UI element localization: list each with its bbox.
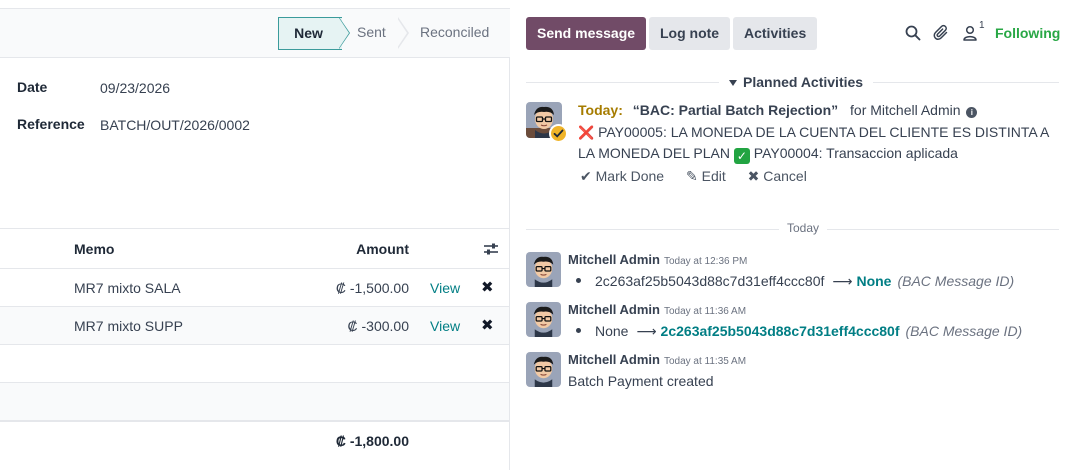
activity-assignee: for Mitchell Admin — [850, 102, 961, 118]
stage-arrow-fill — [339, 18, 349, 48]
table-row[interactable]: MR7 mixto SALA ₡ -1,500.00 View ✖ — [0, 269, 509, 307]
memo-cell: MR7 mixto SALA — [74, 280, 181, 296]
form-pane: New Sent Reconciled Date 09/23/2026 Refe… — [0, 0, 510, 470]
avatar[interactable] — [526, 352, 561, 387]
paperclip-icon[interactable] — [933, 24, 951, 42]
author-name: Mitchell Admin — [568, 352, 660, 367]
log-note-button[interactable]: Log note — [649, 17, 731, 50]
message-time: Today at 12:36 PM — [663, 256, 748, 267]
old-value: 2c263af25b5043d88c7d31eff4ccc80f — [595, 273, 825, 289]
top-divider — [0, 0, 510, 9]
close-icon: ✖ — [747, 168, 760, 184]
date-separator-label: Today — [779, 221, 828, 235]
view-button[interactable]: View — [430, 280, 460, 296]
cross-mark-icon: ❌ — [578, 125, 595, 140]
activity-header: Today: “BAC: Partial Batch Rejection” fo… — [578, 102, 978, 118]
new-value: 2c263af25b5043d88c7d31eff4ccc80f — [660, 323, 900, 339]
planned-activities-toggle[interactable]: Planned Activities — [719, 74, 874, 90]
check-icon — [553, 129, 564, 138]
author-name: Mitchell Admin — [568, 252, 660, 267]
amount-total: ₡ -1,800.00 — [335, 433, 409, 449]
chatter-pane: Send message Log note Activities 1 Follo… — [511, 0, 1075, 470]
amount-cell: ₡ -300.00 — [347, 318, 409, 334]
field-name: (BAC Message ID) — [897, 273, 1015, 289]
activity-actions: ✔ Mark Done ✎ Edit ✖ Cancel — [580, 168, 825, 185]
message-body: Batch Payment created — [568, 373, 714, 389]
message-author[interactable]: Mitchell Admin Today at 11:35 AM — [568, 352, 746, 367]
chatter-message: Mitchell Admin Today at 12:36 PM 2c263af2… — [526, 252, 1066, 296]
caret-down-icon — [729, 80, 737, 86]
bullet-icon — [576, 328, 581, 333]
activity-note: ❌ PAY00005: LA MONEDA DE LA CUENTA DEL C… — [578, 122, 1053, 164]
delete-icon[interactable]: ✖ — [481, 316, 494, 334]
reference-label: Reference — [17, 116, 85, 132]
memo-column-header[interactable]: Memo — [74, 241, 114, 257]
stage-new[interactable]: New — [278, 17, 342, 50]
tracking-value: None ⟶ 2c263af25b5043d88c7d31eff4ccc80f (BA… — [576, 323, 1022, 340]
field-name: (BAC Message ID) — [905, 323, 1023, 339]
old-value: None — [595, 323, 629, 339]
table-row[interactable]: MR7 mixto SUPP ₡ -300.00 View ✖ — [0, 307, 509, 345]
followers-icon[interactable] — [961, 24, 979, 42]
table-total-row: ₡ -1,800.00 — [0, 421, 509, 461]
activity-due: Today: — [578, 102, 623, 118]
pencil-icon: ✎ — [685, 168, 698, 184]
info-icon[interactable]: i — [966, 107, 978, 118]
message-author[interactable]: Mitchell Admin Today at 11:36 AM — [568, 302, 746, 317]
mark-done-label: Mark Done — [595, 168, 665, 184]
view-button[interactable]: View — [430, 318, 460, 334]
follower-count: 1 — [979, 20, 985, 31]
message-time: Today at 11:35 AM — [663, 356, 747, 367]
mark-done-button[interactable]: ✔ Mark Done — [580, 168, 664, 184]
activity-status-badge — [549, 124, 568, 143]
date-field[interactable]: 09/23/2026 — [100, 80, 170, 96]
new-value: None — [856, 273, 892, 289]
following-button[interactable]: Following — [995, 25, 1060, 41]
cancel-label: Cancel — [763, 168, 807, 184]
message-author[interactable]: Mitchell Admin Today at 12:36 PM — [568, 252, 747, 267]
memo-cell: MR7 mixto SUPP — [74, 318, 183, 334]
optional-columns-icon[interactable] — [483, 242, 499, 256]
send-message-button[interactable]: Send message — [526, 17, 647, 50]
avatar[interactable] — [526, 252, 561, 287]
chatter-message: Mitchell Admin Today at 11:35 AM Batch Pa… — [526, 352, 1066, 396]
reference-field[interactable]: BATCH/OUT/2026/0002 — [100, 117, 250, 133]
message-time: Today at 11:36 AM — [663, 306, 747, 317]
tracking-value: 2c263af25b5043d88c7d31eff4ccc80f ⟶ None (BA… — [576, 273, 1014, 290]
stage-sent[interactable]: Sent — [357, 17, 397, 50]
planned-activities-label: Planned Activities — [743, 74, 864, 90]
stage-separator-fill — [397, 18, 407, 48]
planned-activities-header[interactable]: Planned Activities — [526, 73, 1059, 93]
avatar[interactable] — [526, 302, 561, 337]
activities-button[interactable]: Activities — [733, 17, 818, 50]
bullet-icon — [576, 278, 581, 283]
date-separator: Today — [526, 221, 1059, 237]
check-mark-icon: ✓ — [733, 148, 750, 164]
edit-button[interactable]: ✎ Edit — [686, 168, 726, 184]
cancel-button[interactable]: ✖ Cancel — [748, 168, 807, 184]
check-icon: ✔ — [580, 168, 592, 184]
amount-column-header[interactable]: Amount — [356, 241, 409, 257]
activity-summary: “BAC: Partial Batch Rejection” — [632, 102, 839, 118]
table-header: Memo Amount — [0, 228, 509, 269]
arrow-right-icon: ⟶ — [832, 273, 853, 289]
date-label: Date — [17, 79, 48, 95]
status-bar: New Sent Reconciled — [0, 9, 510, 57]
stage-reconciled[interactable]: Reconciled — [420, 17, 510, 50]
empty-row — [0, 383, 509, 421]
chatter-message: Mitchell Admin Today at 11:36 AM None ⟶ 2c2… — [526, 302, 1066, 346]
delete-icon[interactable]: ✖ — [481, 278, 494, 296]
activity-note-part2: PAY00004: Transaccion aplicada — [753, 145, 958, 161]
author-name: Mitchell Admin — [568, 302, 660, 317]
empty-row — [0, 345, 509, 383]
arrow-right-icon: ⟶ — [636, 323, 657, 339]
amount-cell: ₡ -1,500.00 — [335, 280, 409, 296]
edit-label: Edit — [701, 168, 726, 184]
search-icon[interactable] — [904, 24, 922, 42]
